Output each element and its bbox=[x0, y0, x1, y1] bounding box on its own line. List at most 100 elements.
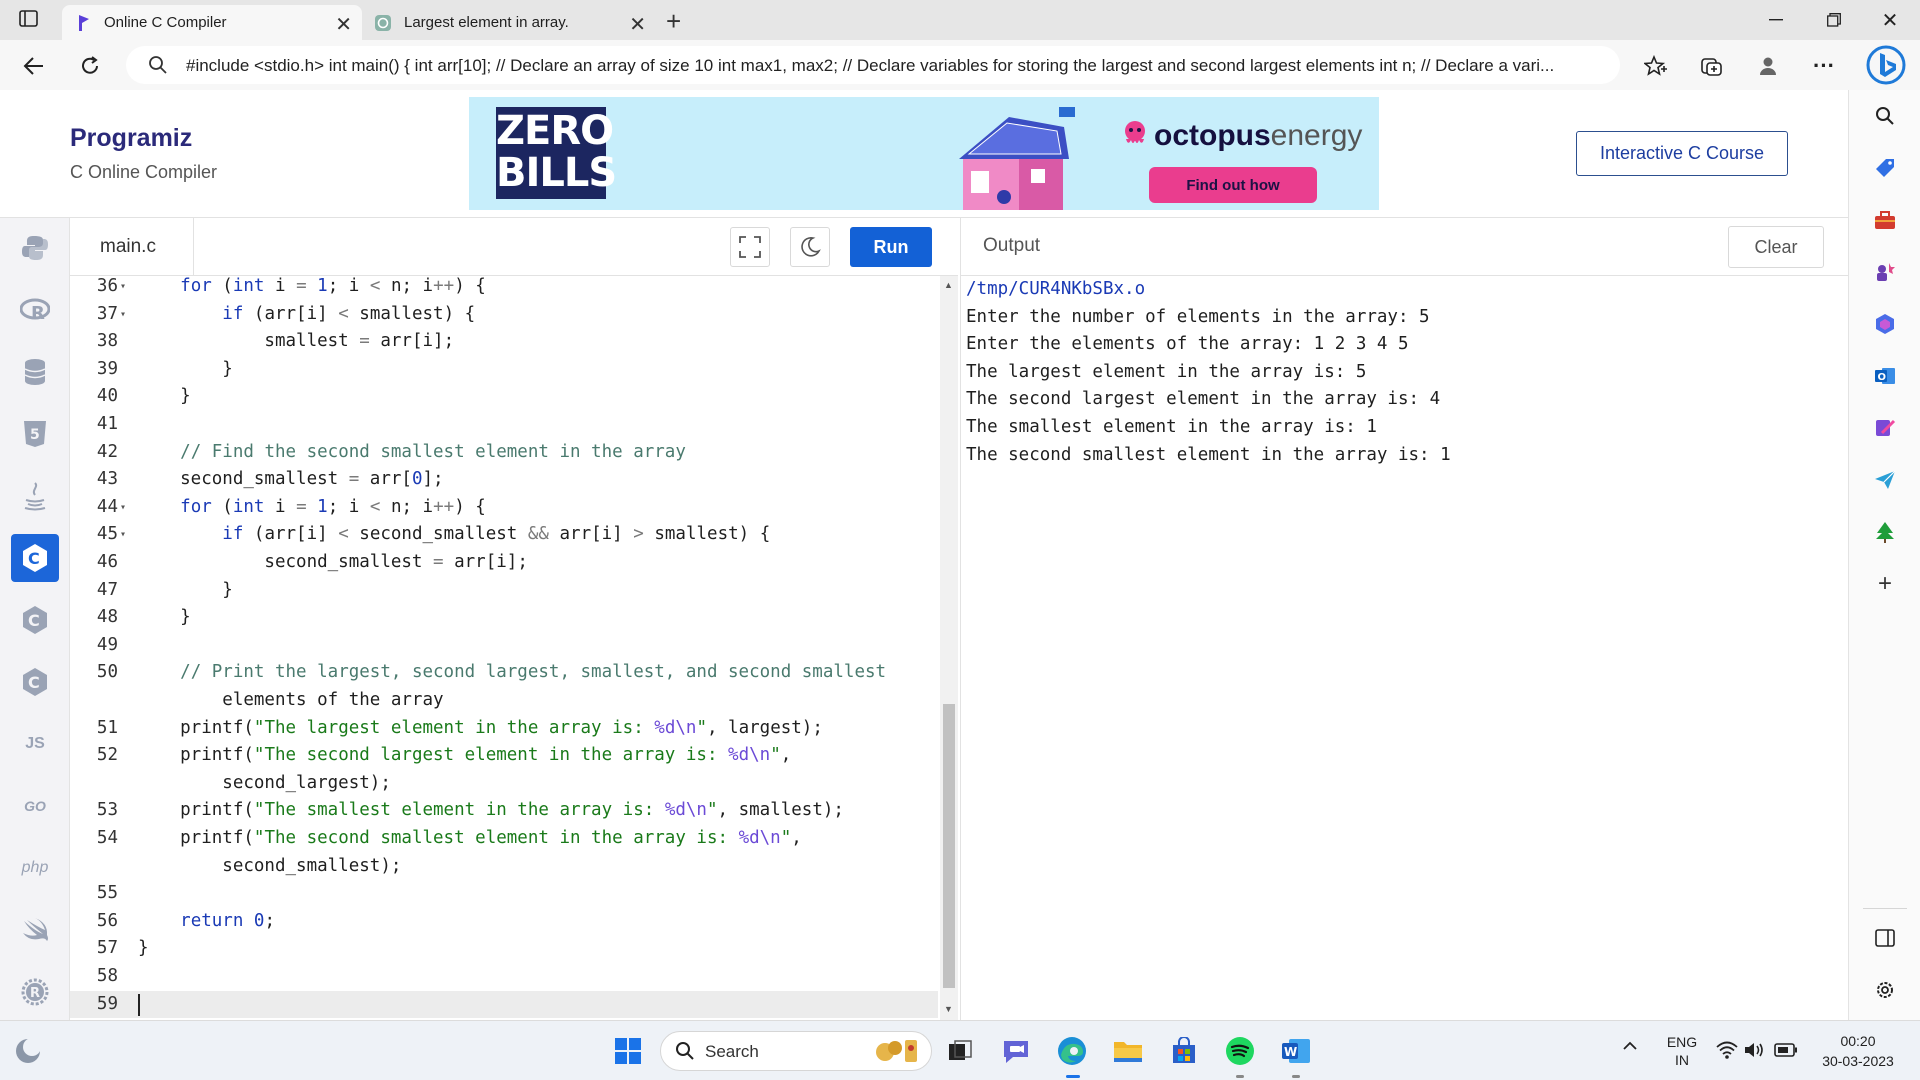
close-window-button[interactable]: ✕ bbox=[1878, 8, 1902, 32]
current-code-line[interactable]: 59 bbox=[70, 990, 938, 1019]
code-line[interactable]: 47 } bbox=[70, 577, 938, 605]
taskbar-search-box[interactable]: Search bbox=[660, 1031, 932, 1071]
restore-button[interactable] bbox=[1822, 8, 1846, 32]
wifi-icon[interactable] bbox=[1716, 1041, 1738, 1059]
code-line[interactable]: 46 second_smallest = arr[i]; bbox=[70, 549, 938, 577]
games-icon[interactable] bbox=[1873, 260, 1897, 284]
start-windows-icon[interactable] bbox=[612, 1035, 644, 1067]
html-icon[interactable]: 5 bbox=[11, 410, 59, 458]
fold-arrow-icon[interactable]: ▾ bbox=[120, 521, 130, 549]
csharp-icon[interactable]: C bbox=[11, 658, 59, 706]
ad-cta-button[interactable]: Find out how bbox=[1149, 167, 1317, 203]
code-line[interactable]: 36 ▾ for (int i = 1; i < n; i++) { bbox=[70, 276, 938, 301]
swift-icon[interactable] bbox=[11, 906, 59, 954]
code-line[interactable]: 55 bbox=[70, 880, 938, 908]
edge-browser-icon[interactable] bbox=[1056, 1035, 1088, 1067]
fold-arrow-icon[interactable]: ▾ bbox=[120, 494, 130, 522]
profile-icon[interactable] bbox=[1754, 52, 1782, 80]
microsoft-365-icon[interactable] bbox=[1873, 312, 1897, 336]
go-icon[interactable]: GO bbox=[11, 782, 59, 830]
code-line[interactable]: second_smallest); bbox=[70, 853, 938, 881]
tools-icon[interactable] bbox=[1873, 208, 1897, 232]
code-line[interactable]: 53 printf("The smallest element in the a… bbox=[70, 797, 938, 825]
search-icon[interactable] bbox=[1873, 104, 1897, 128]
output-console[interactable]: /tmp/CUR4NKbSBx.o Enter the number of el… bbox=[960, 276, 1848, 1020]
code-line[interactable]: 40 } bbox=[70, 383, 938, 411]
fold-arrow-icon[interactable]: ▾ bbox=[120, 276, 130, 301]
scroll-down-arrow[interactable]: ▼ bbox=[944, 1004, 953, 1014]
code-line[interactable]: 57} bbox=[70, 935, 938, 963]
tab-actions-icon[interactable] bbox=[18, 9, 40, 29]
sql-icon[interactable] bbox=[11, 348, 59, 396]
cpp-icon[interactable]: C bbox=[11, 596, 59, 644]
add-icon[interactable]: + bbox=[1873, 570, 1897, 597]
volume-icon[interactable] bbox=[1744, 1041, 1766, 1059]
fullscreen-button[interactable] bbox=[730, 227, 770, 267]
code-line[interactable]: 49 bbox=[70, 632, 938, 660]
code-line[interactable]: 42 // Find the second smallest element i… bbox=[70, 439, 938, 467]
more-options-icon[interactable]: ··· bbox=[1810, 52, 1838, 80]
advertisement-banner[interactable]: ZERO BILLS octopusenergy Find out how bbox=[469, 97, 1379, 210]
refresh-icon[interactable] bbox=[76, 52, 104, 80]
php-icon[interactable]: php bbox=[11, 844, 59, 892]
code-line[interactable]: 41 bbox=[70, 411, 938, 439]
minimize-button[interactable] bbox=[1764, 8, 1788, 32]
fold-arrow-icon[interactable]: ▾ bbox=[120, 301, 130, 329]
close-tab-icon[interactable]: ✕ bbox=[629, 12, 646, 37]
java-icon[interactable] bbox=[11, 472, 59, 520]
designer-icon[interactable] bbox=[1873, 416, 1897, 440]
settings-gear-icon[interactable] bbox=[1873, 978, 1897, 1002]
code-line[interactable]: 56 return 0; bbox=[70, 908, 938, 936]
scrollbar-thumb[interactable] bbox=[943, 704, 955, 988]
teams-chat-icon[interactable] bbox=[1000, 1035, 1032, 1067]
run-button[interactable]: Run bbox=[850, 227, 932, 267]
outlook-icon[interactable]: O bbox=[1873, 364, 1897, 388]
code-line[interactable]: 50 // Print the largest, second largest,… bbox=[70, 659, 938, 687]
python-icon[interactable] bbox=[11, 224, 59, 272]
weather-widget-icon[interactable] bbox=[12, 1035, 44, 1067]
back-icon[interactable] bbox=[20, 52, 48, 80]
interactive-course-button[interactable]: Interactive C Course bbox=[1576, 131, 1788, 176]
word-icon[interactable]: W bbox=[1280, 1035, 1312, 1067]
code-line[interactable]: 43 second_smallest = arr[0]; bbox=[70, 466, 938, 494]
clock[interactable]: 00:20 30-03-2023 bbox=[1808, 1031, 1908, 1071]
code-line[interactable]: 38 smallest = arr[i]; bbox=[70, 328, 938, 356]
microsoft-store-icon[interactable] bbox=[1168, 1035, 1200, 1067]
send-icon[interactable] bbox=[1873, 468, 1897, 492]
collections-icon[interactable] bbox=[1698, 52, 1726, 80]
code-line[interactable]: 58 bbox=[70, 963, 938, 991]
code-line[interactable]: 44 ▾ for (int i = 1; i < n; i++) { bbox=[70, 494, 938, 522]
code-line[interactable]: 52 printf("The second largest element in… bbox=[70, 742, 938, 770]
bing-copilot-icon[interactable] bbox=[1866, 44, 1906, 86]
code-line[interactable]: 51 printf("The largest element in the ar… bbox=[70, 715, 938, 743]
clear-button[interactable]: Clear bbox=[1728, 226, 1824, 268]
programiz-logo[interactable]: Programiz bbox=[70, 124, 192, 153]
dark-mode-button[interactable] bbox=[790, 227, 830, 267]
code-editor[interactable]: 36 ▾ for (int i = 1; i < n; i++) {37 ▾ if … bbox=[70, 276, 938, 1020]
code-line[interactable]: 45 ▾ if (arr[i] < second_smallest && arr[… bbox=[70, 521, 938, 549]
javascript-icon[interactable]: JS bbox=[11, 720, 59, 768]
language-indicator[interactable]: ENG IN bbox=[1664, 1033, 1700, 1069]
r-icon[interactable]: R bbox=[11, 286, 59, 334]
rust-icon[interactable]: R bbox=[11, 968, 59, 1016]
favorites-icon[interactable] bbox=[1642, 52, 1670, 80]
code-line[interactable]: 48 } bbox=[70, 604, 938, 632]
close-tab-icon[interactable]: ✕ bbox=[335, 12, 352, 37]
tab-online-c-compiler[interactable]: Online C Compiler ✕ bbox=[62, 5, 362, 40]
shopping-tag-icon[interactable] bbox=[1873, 156, 1897, 180]
code-line[interactable]: 54 printf("The second smallest element i… bbox=[70, 825, 938, 853]
code-line[interactable]: elements of the array bbox=[70, 687, 938, 715]
new-tab-button[interactable]: + bbox=[666, 6, 681, 37]
file-explorer-icon[interactable] bbox=[1112, 1035, 1144, 1067]
editor-scrollbar[interactable]: ▲ ▼ bbox=[940, 276, 958, 1020]
scroll-up-arrow[interactable]: ▲ bbox=[944, 280, 953, 290]
c-icon[interactable]: C bbox=[11, 534, 59, 582]
show-hidden-icons-chevron-icon[interactable] bbox=[1622, 1041, 1638, 1051]
tab-largest-element[interactable]: Largest element in array. ✕ bbox=[360, 5, 656, 40]
address-bar[interactable]: #include <stdio.h> int main() { int arr[… bbox=[126, 46, 1620, 84]
spotify-icon[interactable] bbox=[1224, 1035, 1256, 1067]
code-line[interactable]: 39 } bbox=[70, 356, 938, 384]
split-screen-icon[interactable] bbox=[1873, 926, 1897, 950]
task-view-icon[interactable] bbox=[944, 1035, 976, 1067]
tree-icon[interactable] bbox=[1873, 520, 1897, 544]
